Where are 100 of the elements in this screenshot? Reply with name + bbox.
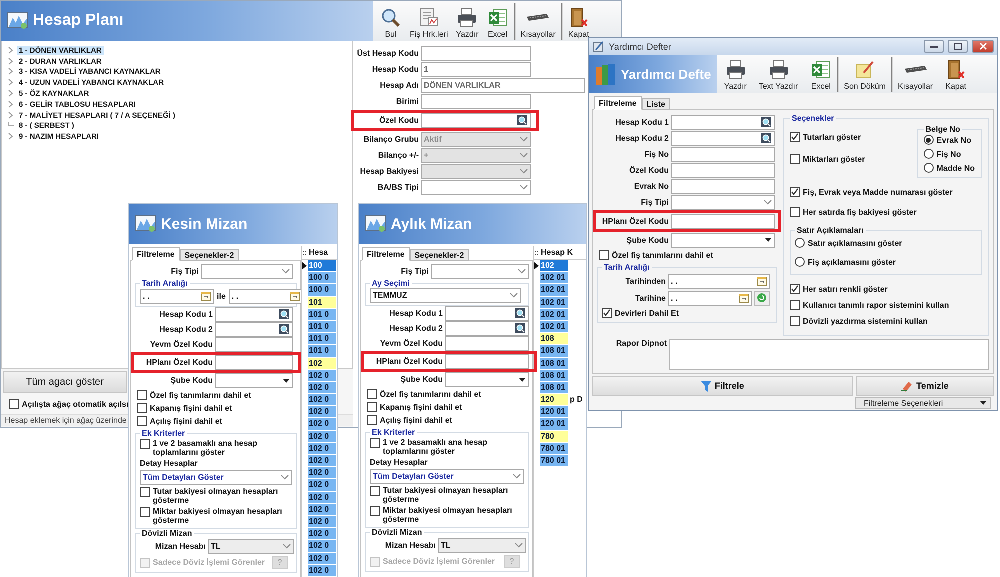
table-cell[interactable]: 108 01 (540, 358, 569, 370)
date-field[interactable]: . . (228, 288, 303, 304)
input-field[interactable] (671, 214, 775, 228)
show-all-button[interactable]: Tüm agacı göster (3, 371, 127, 393)
table-cell[interactable]: 102 0 (308, 430, 337, 443)
lookup-field[interactable] (445, 306, 529, 321)
table-cell[interactable]: 102 0 (308, 467, 337, 480)
date-field[interactable]: . . (668, 274, 770, 288)
checkbox[interactable] (367, 389, 377, 399)
table-cell[interactable]: 102 01 (540, 320, 569, 334)
radio-button[interactable] (924, 149, 934, 159)
checkbox[interactable] (790, 207, 800, 217)
dropdown-field[interactable]: Filtreleme Seçenekleri (855, 397, 991, 409)
dropdown-field[interactable]: TL (208, 539, 294, 554)
date-field[interactable]: . . (140, 288, 214, 304)
table-cell[interactable]: 102 0 (308, 442, 337, 455)
lookup-field[interactable] (215, 307, 293, 322)
toolbar-button[interactable]: Kısayollar (896, 57, 936, 92)
tab[interactable]: Filtreleme (132, 247, 180, 261)
tab[interactable]: Seçenekler-2 (180, 249, 240, 261)
maximize-button[interactable] (948, 40, 968, 53)
dropdown-field[interactable] (671, 194, 775, 210)
table-cell[interactable]: 120 01 (540, 406, 569, 418)
date-field[interactable]: . . (668, 290, 752, 306)
table-cell[interactable]: 102 0 (308, 504, 337, 516)
table-cell[interactable]: 108 01 (540, 382, 569, 394)
dropdown-field[interactable]: Tüm Detayları Göster (370, 469, 524, 484)
lookup-field[interactable] (671, 114, 775, 130)
close-button[interactable] (972, 40, 994, 53)
table-cell[interactable]: 102 01 (540, 308, 569, 321)
toolbar-button[interactable]: Yazdır (454, 3, 481, 40)
table-cell[interactable]: 102 0 (308, 370, 337, 382)
checkbox[interactable] (140, 439, 150, 449)
input-field[interactable]: 1 (421, 62, 531, 77)
input-field[interactable]: DÖNEN VARLIKLAR (421, 78, 585, 93)
table-cell[interactable]: 102 0 (308, 516, 337, 528)
checkbox[interactable] (602, 308, 612, 318)
table-cell[interactable]: 108 01 (540, 345, 569, 358)
input-field[interactable] (421, 46, 531, 61)
checkbox[interactable] (140, 507, 150, 517)
table-cell[interactable]: 102 0 (308, 540, 337, 552)
dropdown-field[interactable] (421, 180, 531, 195)
checkbox[interactable] (790, 187, 800, 197)
table-cell[interactable]: 102 0 (308, 455, 337, 468)
table-cell[interactable]: 100 (308, 260, 337, 272)
toolbar-button[interactable]: Fiş Hrk.leri (408, 3, 450, 40)
table-cell[interactable]: 102 0 (308, 394, 337, 406)
table-cell[interactable]: 780 (540, 430, 569, 443)
lookup-field[interactable] (421, 113, 531, 128)
table-cell[interactable]: 102 0 (308, 564, 337, 577)
tab[interactable]: Filtreleme (594, 96, 642, 110)
lookup-field[interactable] (445, 321, 529, 336)
checkbox[interactable] (367, 415, 377, 425)
checkbox[interactable] (137, 416, 147, 426)
table-cell[interactable]: 120 (540, 394, 569, 406)
input-field[interactable] (671, 162, 775, 178)
input-field[interactable] (671, 146, 775, 162)
checkbox[interactable] (790, 132, 800, 142)
checkbox[interactable] (137, 390, 147, 400)
checkbox[interactable] (137, 403, 147, 413)
dropdown-field[interactable]: TEMMUZ (370, 288, 521, 303)
action-button[interactable]: Filtrele (592, 376, 854, 396)
toolbar-button[interactable]: Kısayollar (518, 3, 558, 40)
refresh-button[interactable] (754, 290, 770, 306)
table-cell[interactable]: 101 0 (308, 345, 337, 358)
table-cell[interactable]: 780 01 (540, 455, 569, 468)
tab[interactable]: Liste (642, 98, 670, 110)
input-field[interactable] (215, 355, 293, 370)
input-field[interactable] (215, 337, 293, 352)
table-cell[interactable]: 101 0 (308, 320, 337, 334)
toolbar-button[interactable]: Excel (484, 3, 511, 40)
toolbar-button[interactable]: Bul (378, 3, 404, 40)
table-cell[interactable]: 102 01 (540, 284, 569, 297)
checkbox[interactable] (790, 154, 800, 164)
table-cell[interactable]: 100 0 (308, 284, 337, 297)
table-cell[interactable]: 780 01 (540, 442, 569, 455)
table-cell[interactable]: 102 0 (308, 528, 337, 540)
lookup-field[interactable] (671, 130, 775, 146)
table-cell[interactable]: 102 (308, 358, 337, 370)
toolbar-button[interactable]: Son Döküm (842, 57, 888, 92)
dropdown-field[interactable]: Tüm Detayları Göster (140, 470, 292, 485)
radio-button[interactable] (924, 163, 934, 173)
radio-button[interactable] (795, 238, 805, 248)
dropdown-field[interactable]: TL (438, 538, 526, 553)
table-cell[interactable]: 102 (540, 260, 569, 272)
table-cell[interactable]: 120 01 (540, 418, 569, 431)
checkbox[interactable] (599, 250, 609, 260)
radio-button[interactable] (795, 257, 805, 267)
toolbar-button[interactable]: Kapat (566, 3, 592, 40)
input-field[interactable] (421, 94, 531, 109)
tab[interactable]: Filtreleme (362, 247, 410, 261)
dropdown-field[interactable] (431, 264, 529, 279)
table-cell[interactable]: 102 0 (308, 406, 337, 418)
checkbox[interactable] (9, 399, 19, 409)
minimize-button[interactable] (924, 40, 944, 53)
table-cell[interactable]: 101 0 (308, 308, 337, 321)
table-cell[interactable]: 102 0 (308, 382, 337, 394)
toolbar-button[interactable]: Yazdır (722, 57, 749, 92)
toolbar-button[interactable]: Kapat (943, 57, 970, 92)
table-cell[interactable]: 101 (308, 296, 337, 309)
